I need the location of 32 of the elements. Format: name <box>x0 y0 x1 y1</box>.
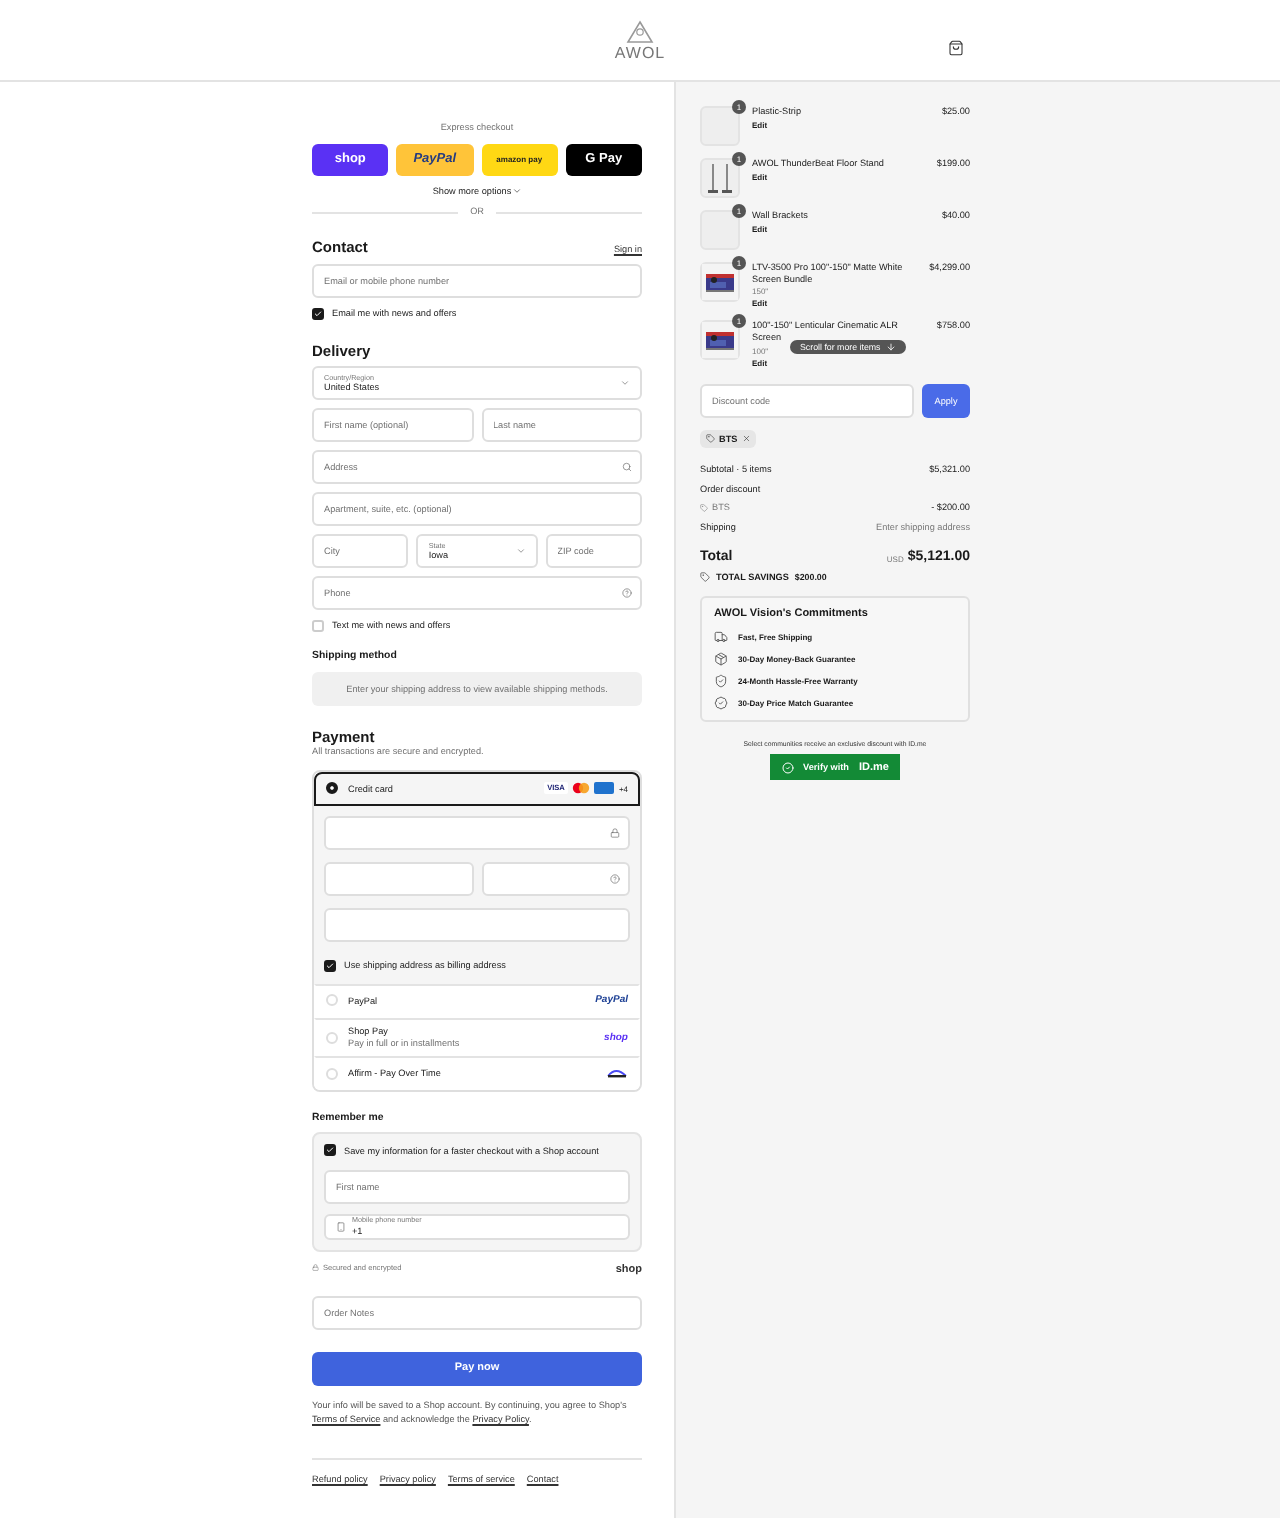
lock-icon <box>610 827 620 838</box>
savings-tag-icon <box>700 571 710 582</box>
truck-icon <box>714 630 728 645</box>
name-on-card-field[interactable] <box>324 907 630 942</box>
card-brand-icon <box>572 782 591 795</box>
badge-icon <box>714 696 728 711</box>
arrow-down-icon <box>886 342 897 353</box>
caret-icon <box>511 185 522 196</box>
tag-icon <box>706 434 715 444</box>
checkbox[interactable] <box>324 959 336 972</box>
caret-icon <box>515 546 526 557</box>
bag-icon[interactable] <box>948 40 964 56</box>
lock-icon <box>312 1264 319 1272</box>
expiry-field[interactable] <box>324 861 473 896</box>
card-number-field[interactable] <box>324 815 630 850</box>
security-code-field[interactable] <box>481 861 630 896</box>
radio-button[interactable] <box>326 782 338 795</box>
shield-icon <box>714 674 728 689</box>
tag-icon <box>700 504 708 513</box>
checkbox[interactable] <box>312 308 324 321</box>
checkbox[interactable] <box>324 1144 336 1157</box>
help-icon <box>610 873 620 884</box>
logo-text: AWOL <box>614 43 666 61</box>
box-icon <box>714 652 728 667</box>
affirm-icon <box>606 1068 628 1079</box>
check-icon <box>781 761 794 774</box>
phone-icon <box>336 1222 346 1233</box>
search-icon <box>622 462 632 473</box>
amex-icon <box>594 782 615 795</box>
logo-icon <box>625 19 654 43</box>
caret-icon <box>620 378 630 389</box>
help-icon <box>622 588 632 599</box>
